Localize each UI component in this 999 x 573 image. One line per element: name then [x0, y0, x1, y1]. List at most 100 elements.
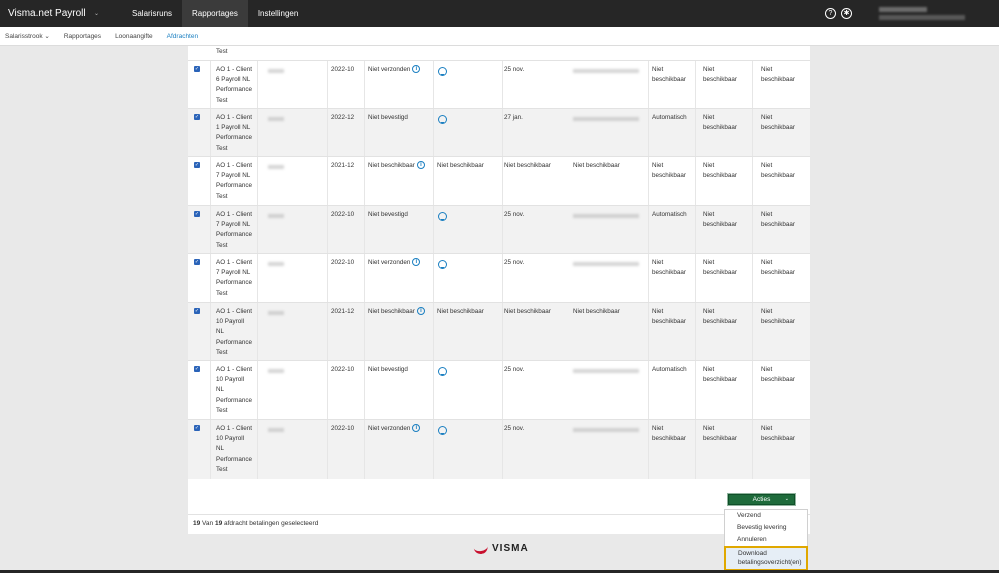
client-name-line: Performance	[216, 86, 253, 94]
col9-value: Niet beschikbaar	[703, 365, 737, 385]
col10-line: Niet	[761, 366, 773, 373]
client-name: AO 1 - Client 1 Payroll NL Performance Test	[216, 113, 252, 154]
client-name-line: AO 1 - Client	[216, 259, 253, 266]
subnav-afdrachten[interactable]: Afdrachten	[160, 33, 205, 40]
row-checkbox[interactable]: ✓	[194, 66, 200, 72]
download-icon[interactable]	[438, 367, 447, 376]
col9-line: beschikbaar	[703, 376, 737, 384]
info-icon[interactable]: i	[412, 258, 421, 267]
column-divider	[752, 109, 753, 156]
client-name-line: Test	[216, 241, 228, 249]
row-checkbox[interactable]: ✓	[194, 162, 200, 168]
row-checkbox[interactable]: ✓	[194, 425, 200, 431]
sub-navigation: Salarisstrook ⌄ Rapportages Loonaangifte…	[0, 27, 999, 46]
app-title[interactable]: Visma.net Payroll	[0, 8, 90, 19]
col10-value: Niet beschikbaar	[761, 210, 795, 230]
table-row[interactable]: ✓ AO 1 - Client 10 Payroll NL Performance Tes…	[188, 360, 810, 419]
help-icon[interactable]: ?	[825, 8, 836, 19]
row-checkbox[interactable]: ✓	[194, 259, 200, 265]
column-divider	[210, 361, 211, 419]
status-label: Niet bevestigd	[368, 114, 408, 121]
column-divider	[695, 420, 696, 479]
menu-item-annuleren[interactable]: Annuleren	[725, 534, 807, 546]
col8-line: Niet	[652, 66, 664, 73]
menu-item-bevestig-levering[interactable]: Bevestig levering	[725, 522, 807, 534]
col8-line: Automatisch	[652, 366, 687, 373]
col10-value: Niet beschikbaar	[761, 258, 795, 278]
table-row[interactable]: ✓ AO 1 - Client 6 Payroll NL Performance Tes…	[188, 60, 810, 108]
nav-salarisruns[interactable]: Salarisruns	[122, 0, 182, 27]
company-name-redacted	[879, 14, 965, 20]
col10-line: Niet	[761, 66, 773, 73]
subnav-loonaangifte[interactable]: Loonaangifte	[108, 33, 160, 40]
redacted-reference	[573, 214, 639, 218]
column-divider	[433, 420, 434, 479]
client-name-line: NL	[216, 386, 225, 394]
table-row[interactable]: ✓ AO 1 - Client 10 Payroll NL Performance Tes…	[188, 419, 810, 479]
col10-line: Niet	[761, 259, 773, 266]
acties-label: Acties	[752, 496, 771, 503]
col10-line: beschikbaar	[761, 124, 795, 132]
nav-rapportages[interactable]: Rapportages	[182, 0, 248, 27]
info-icon[interactable]: i	[416, 161, 425, 170]
download-icon[interactable]	[438, 426, 447, 435]
period: 2022-10	[331, 259, 355, 266]
column-divider	[502, 254, 503, 302]
nav-instellingen[interactable]: Instellingen	[248, 0, 308, 27]
download-icon[interactable]	[438, 115, 447, 124]
column-divider	[648, 361, 649, 419]
table-row[interactable]: ✓ AO 1 - Client 7 Payroll NL Performance Tes…	[188, 205, 810, 253]
column-divider	[364, 254, 365, 302]
col8-line: Automatisch	[652, 114, 687, 121]
user-account-menu[interactable]	[879, 4, 999, 24]
period: 2022-10	[331, 425, 355, 432]
col9-line: Niet	[703, 308, 715, 315]
table-row[interactable]: ✓ AO 1 - Client 10 Payroll NL Performance Tes…	[188, 302, 810, 360]
col10-line: beschikbaar	[761, 221, 795, 229]
col8-line: beschikbaar	[652, 269, 686, 277]
status: Niet verzonden i	[368, 258, 421, 268]
client-name: AO 1 - Client 10 Payroll NL Performance Test	[216, 424, 252, 475]
column-divider	[210, 254, 211, 302]
period: 2021-12	[331, 308, 355, 315]
info-icon[interactable]: i	[412, 65, 421, 74]
due-date: 27 jan.	[504, 114, 523, 121]
acties-button[interactable]: Acties ⌄	[727, 493, 796, 506]
col10-line: beschikbaar	[761, 318, 795, 326]
col9-line: Niet	[703, 66, 715, 73]
column-divider	[648, 61, 649, 108]
period: 2022-12	[331, 114, 355, 121]
selection-summary: 19 Van 19 afdracht betalingen geselectee…	[193, 520, 318, 527]
table-row[interactable]: ✓ AO 1 - Client 7 Payroll NL Performance Tes…	[188, 253, 810, 302]
client-name-line: Test	[216, 96, 228, 104]
row-checkbox[interactable]: ✓	[194, 366, 200, 372]
menu-item-verzend[interactable]: Verzend	[725, 510, 807, 522]
subnav-rapportages[interactable]: Rapportages	[57, 33, 108, 40]
accessibility-icon[interactable]: ✱	[841, 8, 852, 19]
client-name-line: 10 Payroll	[216, 435, 245, 443]
table-row[interactable]: ✓ AO 1 - Client 7 Payroll NL Performance Tes…	[188, 156, 810, 205]
col8-value: Automatisch	[652, 365, 687, 375]
column-divider	[257, 254, 258, 302]
row-checkbox[interactable]: ✓	[194, 308, 200, 314]
info-icon[interactable]: i	[416, 307, 425, 316]
download-icon[interactable]	[438, 67, 447, 76]
menu-item-download-betalingsoverzicht[interactable]: Download betalingsoverzicht(en)	[724, 546, 808, 571]
column-divider	[327, 303, 328, 360]
col8-line: Niet	[652, 162, 664, 169]
table-row[interactable]: ✓ AO 1 - Client 1 Payroll NL Performance Tes…	[188, 108, 810, 156]
row-checkbox[interactable]: ✓	[194, 211, 200, 217]
reference: Niet beschikbaar	[573, 308, 620, 315]
download-icon[interactable]	[438, 212, 447, 221]
info-icon[interactable]: i	[412, 424, 421, 433]
subnav-salarisstrook[interactable]: Salarisstrook ⌄	[0, 32, 57, 40]
col8-line: Niet	[652, 259, 664, 266]
app-switcher-chevron-icon[interactable]: ⌄	[94, 10, 122, 17]
partial-row-text: Test	[216, 48, 228, 55]
column-divider	[433, 109, 434, 156]
redacted-id	[268, 369, 284, 373]
download-icon[interactable]	[438, 260, 447, 269]
client-name-line: Performance	[216, 279, 253, 287]
col10-value: Niet beschikbaar	[761, 365, 795, 385]
row-checkbox[interactable]: ✓	[194, 114, 200, 120]
